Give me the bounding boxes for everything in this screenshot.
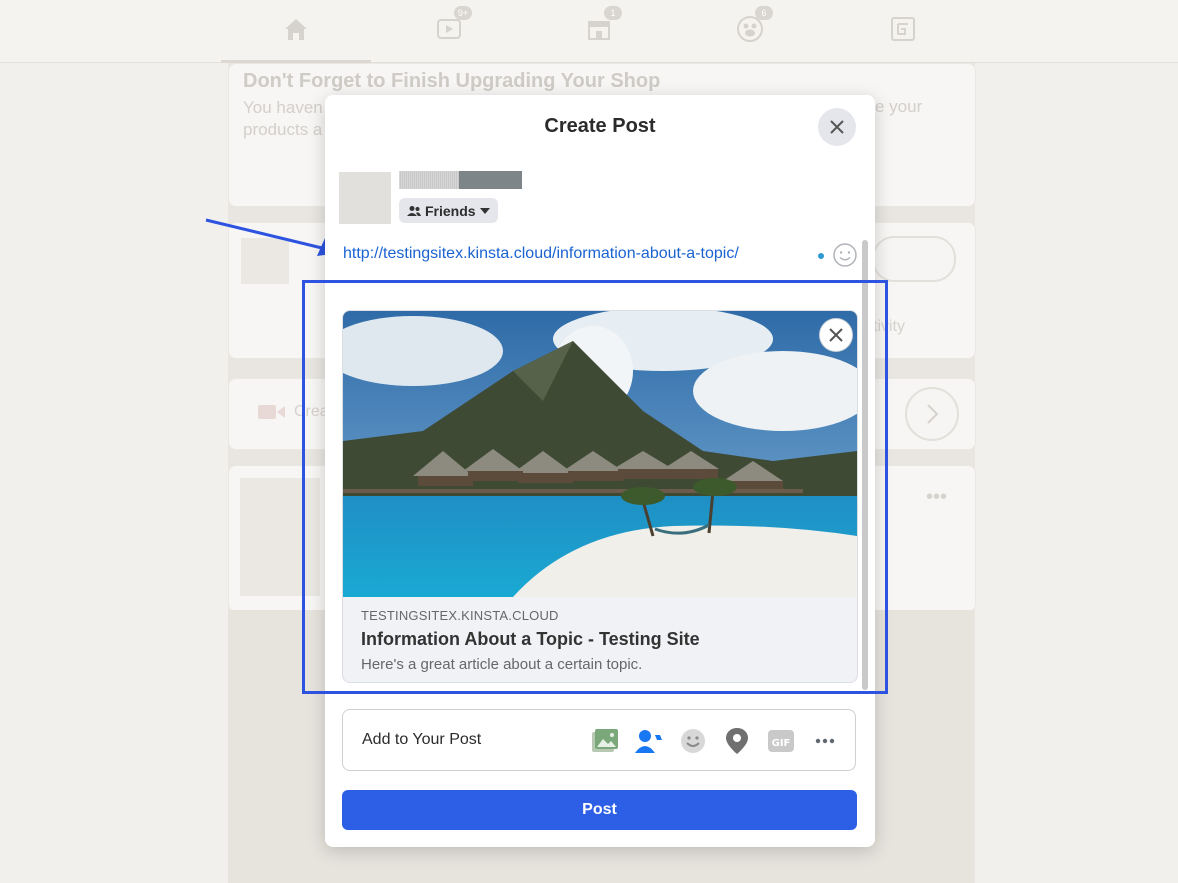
avatar	[339, 172, 391, 224]
watch-badge: 9+	[454, 6, 472, 20]
audience-label: Friends	[425, 202, 476, 219]
watch-nav[interactable]: 9+	[434, 6, 472, 44]
more-icon	[815, 738, 835, 744]
left-sidebar-background	[0, 63, 228, 883]
annotation-highlight-box	[302, 280, 888, 694]
text-indicator-dot	[818, 253, 824, 259]
gif-icon: GIF	[768, 730, 794, 752]
composer-pill	[872, 236, 956, 282]
more-options-button[interactable]	[809, 725, 841, 757]
top-navigation-bar: 9+ 1 6	[0, 0, 1178, 63]
add-to-post-bar: Add to Your Post GIF	[342, 709, 856, 771]
rooms-next-button[interactable]	[905, 387, 959, 441]
photo-video-button[interactable]	[589, 725, 621, 757]
check-in-button[interactable]	[721, 725, 753, 757]
tag-people-button[interactable]	[633, 725, 665, 757]
groups-nav[interactable]: 6	[735, 6, 773, 44]
friends-icon	[407, 205, 421, 216]
gaming-icon	[891, 17, 915, 41]
video-camera-icon	[258, 405, 285, 419]
gif-button[interactable]: GIF	[765, 725, 797, 757]
marketplace-badge: 1	[604, 6, 622, 20]
feeling-button[interactable]	[677, 725, 709, 757]
marketplace-nav[interactable]: 1	[584, 6, 622, 44]
caret-down-icon	[479, 207, 490, 214]
annotation-arrow-icon	[205, 218, 339, 256]
home-icon	[285, 19, 307, 40]
gaming-nav[interactable]	[888, 14, 918, 44]
close-icon	[830, 120, 844, 134]
check-in-icon	[726, 728, 748, 754]
home-nav[interactable]	[221, 14, 371, 63]
shop-upgrade-text-right: e your	[875, 97, 923, 116]
feeling-icon	[681, 729, 705, 753]
emoji-button[interactable]	[832, 242, 858, 273]
tag-people-icon	[635, 730, 662, 753]
add-to-post-label: Add to Your Post	[362, 731, 482, 748]
post-button[interactable]: Post	[342, 790, 857, 830]
close-dialog-button[interactable]	[818, 108, 856, 146]
audience-selector[interactable]: Friends	[399, 198, 498, 223]
smiley-icon	[833, 243, 857, 267]
chevron-right-icon	[927, 404, 939, 424]
post-text-input[interactable]: http://testingsitex.kinsta.cloud/informa…	[343, 245, 739, 263]
shop-upgrade-title: Don't Forget to Finish Upgrading Your Sh…	[243, 70, 661, 92]
right-sidebar-background	[975, 63, 1178, 883]
groups-badge: 6	[755, 6, 773, 20]
post-more-icon[interactable]: •••	[926, 486, 947, 509]
svg-text:GIF: GIF	[772, 738, 791, 749]
dialog-title: Create Post	[544, 115, 656, 137]
photo-video-icon	[592, 729, 618, 752]
user-name-redacted	[399, 171, 522, 189]
